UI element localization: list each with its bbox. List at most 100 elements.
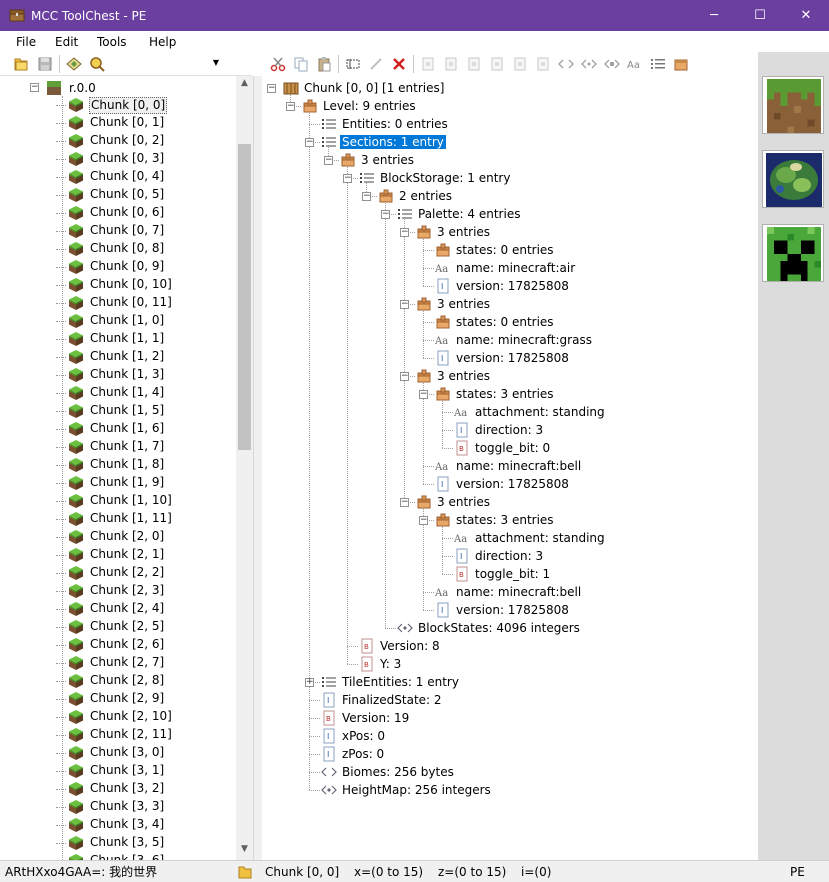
scroll-up-icon[interactable]: ▲ [236, 78, 253, 92]
chunk-item[interactable]: Chunk [0, 1] [56, 114, 236, 132]
add-short-icon[interactable] [443, 56, 459, 72]
collapse-toggle[interactable]: − [305, 138, 314, 147]
chunk-item[interactable]: Chunk [0, 11] [56, 294, 236, 312]
add-byte-array-icon[interactable] [558, 56, 574, 72]
chunk-item[interactable]: Chunk [1, 11] [56, 510, 236, 528]
menu-file[interactable]: File [16, 34, 36, 50]
collapse-toggle[interactable]: − [400, 372, 409, 381]
chunk-item[interactable]: Chunk [2, 11] [56, 726, 236, 744]
collapse-toggle[interactable]: − [400, 300, 409, 309]
chunk-item[interactable]: Chunk [2, 10] [56, 708, 236, 726]
delete-icon[interactable] [391, 56, 407, 72]
grass-block-thumbnail[interactable] [762, 76, 824, 134]
add-long-icon[interactable] [489, 56, 505, 72]
collapse-toggle[interactable]: − [419, 390, 428, 399]
svg-text:B: B [364, 661, 369, 669]
chunk-item[interactable]: Chunk [0, 8] [56, 240, 236, 258]
map-icon[interactable] [66, 56, 82, 72]
scroll-down-icon[interactable]: ▼ [236, 844, 253, 858]
chunk-item[interactable]: Chunk [1, 2] [56, 348, 236, 366]
chunk-item[interactable]: Chunk [3, 0] [56, 744, 236, 762]
add-compound-icon[interactable] [673, 56, 689, 72]
chunk-item[interactable]: Chunk [3, 6] [56, 852, 236, 860]
menu-edit[interactable]: Edit [55, 34, 78, 50]
add-byte-icon[interactable] [420, 56, 436, 72]
chunk-item[interactable]: Chunk [2, 1] [56, 546, 236, 564]
chunk-item[interactable]: Chunk [1, 8] [56, 456, 236, 474]
collapse-toggle[interactable]: − [400, 228, 409, 237]
toolbar-separator [338, 55, 339, 73]
chunk-item[interactable]: Chunk [3, 5] [56, 834, 236, 852]
chunk-item[interactable]: Chunk [2, 7] [56, 654, 236, 672]
open-folder-icon[interactable] [13, 56, 29, 72]
close-button[interactable]: ✕ [783, 0, 829, 31]
collapse-toggle[interactable]: − [286, 102, 295, 111]
copy-icon[interactable] [293, 56, 309, 72]
world-select[interactable]: ▼ [115, 54, 223, 74]
scroll-thumb[interactable] [238, 144, 251, 450]
maximize-button[interactable]: ☐ [737, 0, 783, 31]
chunk-item[interactable]: Chunk [0, 4] [56, 168, 236, 186]
collapse-toggle[interactable]: − [30, 83, 39, 92]
chunk-item[interactable]: Chunk [1, 7] [56, 438, 236, 456]
chunk-list-scrollbar[interactable]: ▲ ▼ [236, 76, 253, 860]
chunk-item[interactable]: Chunk [0, 7] [56, 222, 236, 240]
chunk-item[interactable]: Chunk [1, 3] [56, 366, 236, 384]
chunk-item[interactable]: Chunk [3, 4] [56, 816, 236, 834]
chunk-item[interactable]: Chunk [1, 5] [56, 402, 236, 420]
chunk-item[interactable]: Chunk [0, 5] [56, 186, 236, 204]
search-map-icon[interactable] [89, 56, 105, 72]
pane-splitter[interactable] [254, 76, 262, 860]
chunk-list-pane[interactable]: − r.0.0 Chunk [0, 0] Chunk [0, 1] Chunk [0… [0, 76, 254, 860]
cut-icon[interactable] [270, 56, 286, 72]
nbt-tree-pane[interactable]: − Chunk [0, 0] [1 entries] − Level: 9 entri… [262, 76, 758, 860]
chunk-item[interactable]: Chunk [0, 3] [56, 150, 236, 168]
add-int-array-icon[interactable] [581, 56, 597, 72]
chunk-item[interactable]: Chunk [1, 1] [56, 330, 236, 348]
chunk-item[interactable]: Chunk [0, 6] [56, 204, 236, 222]
chunk-item[interactable]: Chunk [2, 3] [56, 582, 236, 600]
rename-icon[interactable] [345, 56, 361, 72]
chunk-item[interactable]: Chunk [2, 4] [56, 600, 236, 618]
menu-help[interactable]: Help [149, 34, 176, 50]
add-double-icon[interactable] [535, 56, 551, 72]
collapse-toggle[interactable]: − [324, 156, 333, 165]
chunk-item[interactable]: Chunk [3, 3] [56, 798, 236, 816]
expand-toggle[interactable]: + [305, 678, 314, 687]
collapse-toggle[interactable]: − [343, 174, 352, 183]
minimize-button[interactable]: ─ [691, 0, 737, 31]
edit-value-icon[interactable] [368, 56, 384, 72]
chunk-item[interactable]: Chunk [1, 4] [56, 384, 236, 402]
chunk-item[interactable]: Chunk [2, 8] [56, 672, 236, 690]
creeper-thumbnail[interactable] [762, 224, 824, 282]
menu-tools[interactable]: Tools [97, 34, 127, 50]
chunk-item[interactable]: Chunk [2, 2] [56, 564, 236, 582]
world-map-thumbnail[interactable] [762, 150, 824, 208]
add-string-icon[interactable]: Aa [627, 56, 643, 72]
chunk-item[interactable]: Chunk [0, 10] [56, 276, 236, 294]
save-icon[interactable] [37, 56, 53, 72]
chunk-item[interactable]: Chunk [3, 2] [56, 780, 236, 798]
add-int-icon[interactable] [466, 56, 482, 72]
chunk-item[interactable]: Chunk [1, 9] [56, 474, 236, 492]
collapse-toggle[interactable]: − [419, 516, 428, 525]
add-list-icon[interactable] [650, 56, 666, 72]
collapse-toggle[interactable]: − [362, 192, 371, 201]
chunk-item[interactable]: Chunk [1, 6] [56, 420, 236, 438]
collapse-toggle[interactable]: − [267, 84, 276, 93]
chunk-item[interactable]: Chunk [2, 6] [56, 636, 236, 654]
add-float-icon[interactable] [512, 56, 528, 72]
chunk-item[interactable]: Chunk [0, 0] [56, 96, 236, 114]
chunk-item[interactable]: Chunk [0, 2] [56, 132, 236, 150]
add-long-array-icon[interactable] [604, 56, 620, 72]
collapse-toggle[interactable]: − [381, 210, 390, 219]
collapse-toggle[interactable]: − [400, 498, 409, 507]
chunk-item[interactable]: Chunk [2, 9] [56, 690, 236, 708]
chunk-item[interactable]: Chunk [2, 5] [56, 618, 236, 636]
chunk-item[interactable]: Chunk [1, 0] [56, 312, 236, 330]
chunk-item[interactable]: Chunk [3, 1] [56, 762, 236, 780]
paste-icon[interactable] [316, 56, 332, 72]
chunk-item[interactable]: Chunk [1, 10] [56, 492, 236, 510]
chunk-item[interactable]: Chunk [0, 9] [56, 258, 236, 276]
chunk-item[interactable]: Chunk [2, 0] [56, 528, 236, 546]
